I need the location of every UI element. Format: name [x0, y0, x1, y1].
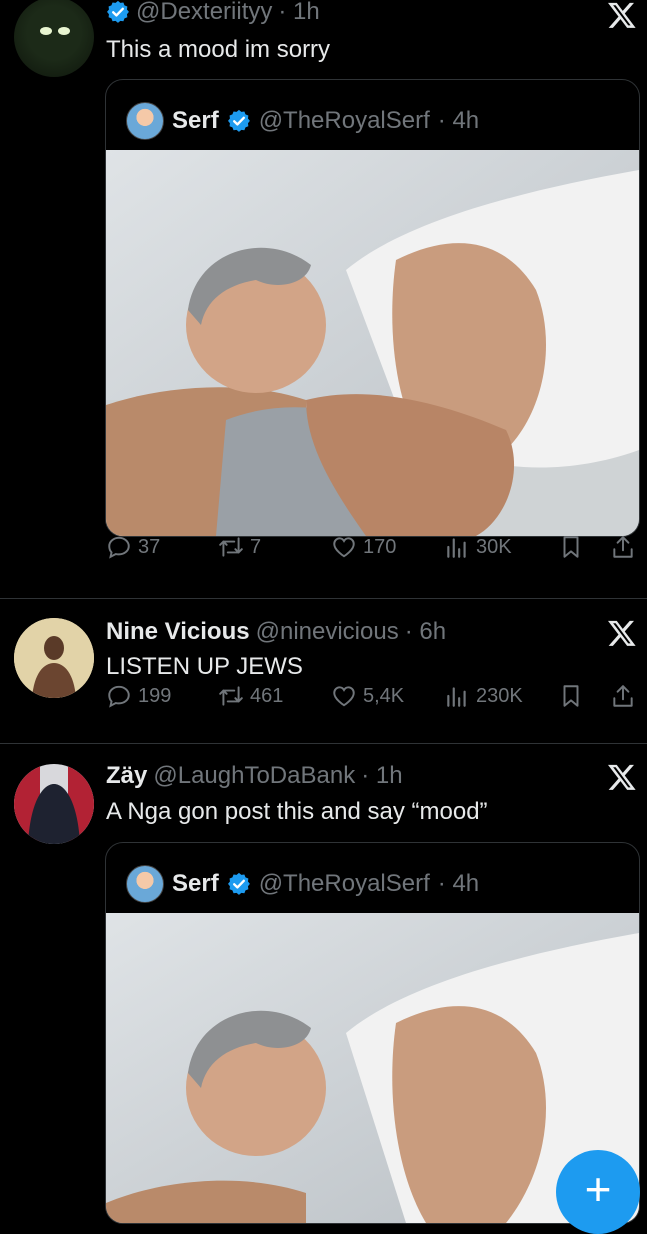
quoted-timestamp: · 4h: [437, 870, 480, 897]
reply-count: 199: [138, 684, 172, 707]
reply-icon: [106, 683, 132, 709]
quoted-display-name: Serf: [172, 870, 219, 897]
quoted-timestamp: · 4h: [437, 107, 480, 134]
views-button[interactable]: 30K: [444, 534, 512, 560]
handle[interactable]: @Dexteriityy: [136, 0, 272, 26]
avatar[interactable]: [14, 0, 94, 77]
photo-illustration: [106, 150, 639, 536]
handle[interactable]: @ninevicious: [256, 618, 399, 646]
timestamp[interactable]: · 1h: [278, 0, 319, 26]
repost-icon: [218, 534, 244, 560]
views-count: 30K: [476, 535, 512, 558]
reply-icon: [106, 534, 132, 560]
repost-count: 461: [250, 684, 284, 707]
avatar[interactable]: [14, 764, 94, 844]
x-logo-icon[interactable]: [607, 618, 637, 648]
share-icon[interactable]: [610, 683, 636, 709]
handle[interactable]: @LaughToDaBank: [153, 762, 355, 790]
repost-icon: [218, 683, 244, 709]
verified-badge-icon: [106, 0, 130, 24]
tweet-2[interactable]: Nine Vicious @ninevicious · 6h LISTEN UP…: [0, 599, 647, 743]
quoted-tweet-header: Serf @TheRoyalSerf · 4h: [126, 865, 479, 903]
views-button[interactable]: 230K: [444, 683, 523, 709]
timestamp[interactable]: · 6h: [405, 618, 446, 646]
x-logo-icon[interactable]: [607, 762, 637, 792]
verified-badge-icon: [227, 109, 251, 133]
repost-button[interactable]: 7: [218, 534, 261, 560]
avatar-image: [14, 764, 94, 844]
tweet-text: A Nga gon post this and say “mood”: [106, 798, 488, 825]
reply-button[interactable]: 37: [106, 534, 160, 560]
quoted-handle: @TheRoyalSerf: [258, 870, 430, 897]
repost-count: 7: [250, 535, 262, 558]
tweet-3[interactable]: Zäy @LaughToDaBank · 1h A Nga gon post t…: [0, 744, 647, 1224]
quoted-avatar: [126, 865, 164, 903]
avatar-image: [14, 618, 94, 698]
reply-count: 37: [138, 535, 161, 558]
repost-button[interactable]: 461: [218, 683, 283, 709]
timestamp[interactable]: · 1h: [361, 762, 402, 790]
quoted-tweet[interactable]: Serf @TheRoyalSerf · 4h: [105, 79, 640, 537]
quoted-display-name: Serf: [172, 107, 219, 134]
quoted-handle: @TheRoyalSerf: [258, 107, 430, 134]
x-logo-icon[interactable]: [607, 0, 637, 30]
bookmark-icon[interactable]: [558, 683, 584, 709]
tweet-meta: @Dexteriityy · 1h: [106, 0, 320, 26]
like-button[interactable]: 5,4K: [331, 683, 404, 709]
share-icon[interactable]: [610, 534, 636, 560]
verified-badge-icon: [227, 872, 251, 896]
views-count: 230K: [476, 684, 523, 707]
quoted-tweet[interactable]: Serf @TheRoyalSerf · 4h: [105, 842, 640, 1224]
tweet-meta: Nine Vicious @ninevicious · 6h: [106, 618, 446, 646]
display-name[interactable]: Nine Vicious: [106, 618, 250, 646]
compose-button[interactable]: +: [556, 1150, 640, 1234]
avatar-image: [40, 27, 70, 35]
compose-plus-icon: +: [584, 1163, 612, 1215]
reply-button[interactable]: 199: [106, 683, 171, 709]
like-button[interactable]: 170: [331, 534, 396, 560]
tweet-text: This a mood im sorry: [106, 36, 331, 63]
quoted-avatar: [126, 102, 164, 140]
like-icon: [331, 683, 357, 709]
bookmark-icon[interactable]: [558, 534, 584, 560]
views-icon: [444, 534, 470, 560]
quoted-photo[interactable]: [106, 150, 639, 536]
tweet-text: LISTEN UP JEWS: [106, 653, 303, 680]
like-icon: [331, 534, 357, 560]
tweet-1[interactable]: @Dexteriityy · 1h This a mood im sorry S…: [0, 0, 647, 598]
like-count: 5,4K: [363, 684, 405, 707]
display-name[interactable]: Zäy: [106, 762, 147, 790]
like-count: 170: [363, 535, 397, 558]
quoted-tweet-header: Serf @TheRoyalSerf · 4h: [126, 102, 479, 140]
avatar[interactable]: [14, 618, 94, 698]
views-icon: [444, 683, 470, 709]
tweet-meta: Zäy @LaughToDaBank · 1h: [106, 762, 403, 790]
